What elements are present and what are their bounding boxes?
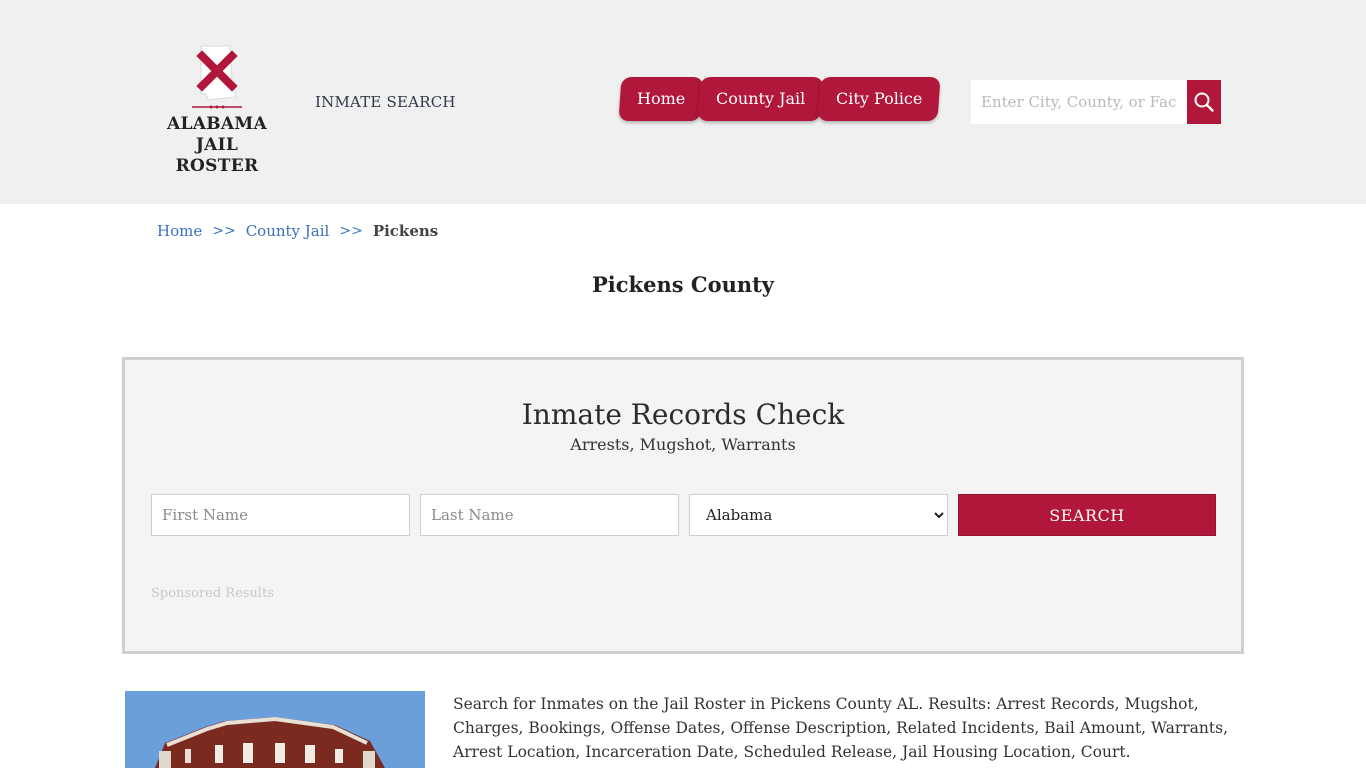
nav-county-jail-label: County Jail xyxy=(716,88,806,108)
state-select[interactable]: Alabama xyxy=(689,494,948,536)
site-search xyxy=(971,80,1221,124)
breadcrumb-home[interactable]: Home xyxy=(157,222,202,240)
records-title: Inmate Records Check xyxy=(521,398,845,431)
breadcrumb-current: Pickens xyxy=(372,222,439,240)
logo-text: ALABAMA JAIL ROSTER xyxy=(152,114,282,177)
site-header: ALABAMA JAIL ROSTER INMATE SEARCH Home C… xyxy=(0,0,1366,204)
alabama-flag-icon xyxy=(192,45,242,109)
main-nav: Home County Jail City Police xyxy=(618,77,942,121)
page-title: Pickens County xyxy=(591,272,775,297)
nav-city-police[interactable]: City Police xyxy=(817,77,942,121)
records-search-button[interactable]: SEARCH xyxy=(958,494,1216,536)
breadcrumb: Home >> County Jail >> Pickens xyxy=(157,222,438,240)
nav-home-label: Home xyxy=(637,88,686,108)
nav-city-police-label: City Police xyxy=(836,88,923,108)
breadcrumb-separator: >> xyxy=(339,223,363,239)
last-name-input[interactable] xyxy=(420,494,679,536)
sponsored-results-label: Sponsored Results xyxy=(151,586,274,601)
nav-home[interactable]: Home xyxy=(618,77,704,121)
jail-building-image xyxy=(125,691,425,768)
site-logo[interactable]: ALABAMA JAIL ROSTER xyxy=(152,42,282,176)
site-search-input[interactable] xyxy=(971,80,1187,124)
nav-county-jail[interactable]: County Jail xyxy=(697,77,825,121)
jail-photo xyxy=(125,691,425,768)
intro-paragraph: Search for Inmates on the Jail Roster in… xyxy=(453,695,1228,761)
records-search-form: Alabama SEARCH xyxy=(151,494,1216,536)
breadcrumb-county-jail[interactable]: County Jail xyxy=(246,222,330,240)
records-subtitle: Arrests, Mugshot, Warrants xyxy=(570,435,796,454)
search-icon xyxy=(1194,92,1214,112)
breadcrumb-separator: >> xyxy=(212,223,236,239)
logo-line1: ALABAMA xyxy=(167,114,267,134)
site-search-button[interactable] xyxy=(1187,80,1221,124)
first-name-input[interactable] xyxy=(151,494,410,536)
inmate-search-link[interactable]: INMATE SEARCH xyxy=(315,93,456,111)
inmate-records-panel: Inmate Records Check Arrests, Mugshot, W… xyxy=(122,357,1244,654)
logo-line2: JAIL ROSTER xyxy=(175,135,259,176)
